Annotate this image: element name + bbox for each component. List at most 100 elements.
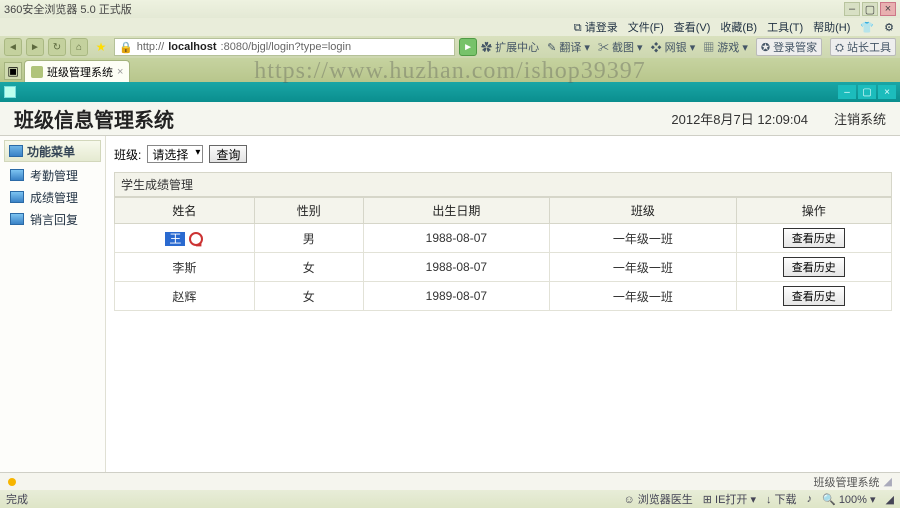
th-name: 姓名 — [115, 198, 255, 224]
inner-window-bar: – ▢ × — [0, 82, 900, 102]
address-bar[interactable]: 🔒 http://localhost:8080/bjgl/login?type=… — [114, 38, 455, 56]
query-label: 班级: — [114, 146, 141, 163]
table-row[interactable]: 王 男 1988-08-07 一年级一班 查看历史 — [115, 224, 892, 253]
tab-close-icon[interactable]: × — [117, 66, 123, 78]
close-button[interactable]: × — [880, 2, 896, 16]
nav-right: ✿ 扩展中心 ✎ 翻译 ▾ ✂ 截图 ▾ ❖ 网银 ▾ ▦ 游戏 ▾ ✪ 登录管… — [481, 38, 896, 56]
th-class: 班级 — [550, 198, 736, 224]
query-row: 班级: 请选择 查询 — [114, 142, 892, 166]
cell-birth: 1988-08-07 — [363, 253, 549, 282]
table-row[interactable]: 赵辉 女 1989-08-07 一年级一班 查看历史 — [115, 282, 892, 311]
status-ie-open[interactable]: ⊞ IE打开 ▾ — [703, 491, 756, 507]
inner-doc-icon — [4, 86, 16, 98]
status-resize-icon[interactable]: ◢ — [886, 493, 894, 506]
logout-link[interactable]: 注销系统 — [834, 109, 886, 128]
class-select[interactable]: 请选择 — [147, 145, 203, 163]
score-table: 姓名 性别 出生日期 班级 操作 王 男 1988-08-07 一年级一班 查看… — [114, 197, 892, 311]
grid-caption: 学生成绩管理 — [114, 172, 892, 197]
sidebar-item-score[interactable]: 成绩管理 — [0, 186, 105, 208]
nav-translate[interactable]: ✎ 翻译 ▾ — [547, 39, 590, 55]
module-icon — [10, 169, 24, 181]
status-download[interactable]: ↓ 下载 — [766, 491, 797, 507]
nav-login-mgr[interactable]: ✪ 登录管家 — [756, 38, 822, 56]
module-icon — [10, 213, 24, 225]
status-zoom[interactable]: 🔍 100% ▾ — [822, 493, 875, 506]
status-doctor[interactable]: ☺ 浏览器医生 — [623, 491, 692, 507]
reload-button[interactable]: ↻ — [48, 38, 66, 56]
menu-cog-icon[interactable]: ⚙ — [884, 21, 894, 34]
table-row[interactable]: 李斯 女 1988-08-07 一年级一班 查看历史 — [115, 253, 892, 282]
sidebar-item-attendance[interactable]: 考勤管理 — [0, 164, 105, 186]
app-title: 班级信息管理系统 — [14, 104, 174, 133]
tab-label: 班级管理系统 — [47, 64, 113, 80]
app-datetime: 2012年8月7日 12:09:04 — [671, 109, 808, 128]
cell-class: 一年级一班 — [550, 282, 736, 311]
tab-active[interactable]: 班级管理系统 × — [24, 60, 130, 82]
cursor-icon — [189, 232, 203, 246]
content-pane: 班级: 请选择 查询 学生成绩管理 姓名 性别 出生日期 班级 操作 王 男 — [106, 136, 900, 472]
nav-snapshot[interactable]: ✂ 截图 ▾ — [598, 39, 643, 55]
cell-birth: 1989-08-07 — [363, 282, 549, 311]
menu-skin-icon[interactable]: 👕 — [860, 21, 874, 34]
side-title-label: 功能菜单 — [27, 143, 75, 160]
home-button[interactable]: ⌂ — [70, 38, 88, 56]
resize-grip-icon[interactable]: ◢ — [884, 475, 892, 488]
view-history-button[interactable]: 查看历史 — [783, 228, 845, 248]
tab-bar: ▣ 班级管理系统 × — [0, 58, 900, 82]
menu-file[interactable]: 文件(F) — [628, 19, 664, 35]
status-done: 完成 — [6, 491, 28, 507]
sidebar-item-reply[interactable]: 销言回复 — [0, 208, 105, 230]
nav-game[interactable]: ▦ 游戏 ▾ — [703, 39, 748, 55]
inner-close[interactable]: × — [878, 85, 896, 99]
app-footer: 班级管理系统 ◢ — [0, 472, 900, 490]
menu-login[interactable]: ⧉ 请登录 — [574, 19, 618, 35]
nav-netbank[interactable]: ❖ 网银 ▾ — [651, 39, 696, 55]
inner-maximize[interactable]: ▢ — [858, 85, 876, 99]
app-footer-text: 班级管理系统 — [814, 474, 880, 490]
side-panel: 功能菜单 考勤管理 成绩管理 销言回复 — [0, 136, 106, 472]
th-gender: 性别 — [254, 198, 363, 224]
inner-window-controls: – ▢ × — [838, 85, 896, 99]
menu-help[interactable]: 帮助(H) — [813, 19, 850, 35]
favorite-star-icon[interactable]: ★ — [92, 38, 110, 56]
minimize-button[interactable]: – — [844, 2, 860, 16]
menu-bar: ⧉ 请登录 文件(F) 查看(V) 收藏(B) 工具(T) 帮助(H) 👕 ⚙ — [0, 18, 900, 36]
cell-birth: 1988-08-07 — [363, 224, 549, 253]
view-history-button[interactable]: 查看历史 — [783, 257, 845, 277]
side-title: 功能菜单 — [4, 140, 101, 162]
status-sound[interactable]: ♪ — [807, 493, 813, 505]
maximize-button[interactable]: ▢ — [862, 2, 878, 16]
nav-extensions[interactable]: ✿ 扩展中心 — [481, 39, 539, 55]
sidebar-item-label: 考勤管理 — [30, 167, 78, 184]
inner-minimize[interactable]: – — [838, 85, 856, 99]
back-button[interactable]: ◄ — [4, 38, 22, 56]
th-ops: 操作 — [736, 198, 891, 224]
cell-name: 赵辉 — [115, 282, 255, 311]
cell-gender: 男 — [254, 224, 363, 253]
go-button[interactable]: ► — [459, 38, 477, 56]
menu-tools[interactable]: 工具(T) — [767, 19, 803, 35]
lock-icon: 🔒 — [119, 41, 133, 54]
url-prefix: http:// — [137, 41, 165, 53]
query-button[interactable]: 查询 — [209, 145, 247, 163]
app-header: 班级信息管理系统 2012年8月7日 12:09:04 注销系统 — [0, 102, 900, 136]
view-history-button[interactable]: 查看历史 — [783, 286, 845, 306]
tab-favicon — [31, 66, 43, 78]
sidebar-item-label: 成绩管理 — [30, 189, 78, 206]
forward-button[interactable]: ► — [26, 38, 44, 56]
cell-name: 李斯 — [115, 253, 255, 282]
browser-status-bar: 完成 ☺ 浏览器医生 ⊞ IE打开 ▾ ↓ 下载 ♪ 🔍 100% ▾ ◢ — [0, 490, 900, 508]
th-birth: 出生日期 — [363, 198, 549, 224]
main-area: 功能菜单 考勤管理 成绩管理 销言回复 班级: 请选择 查询 学生成绩管理 姓名 — [0, 136, 900, 472]
new-tab-button[interactable]: ▣ — [4, 62, 22, 80]
menu-view[interactable]: 查看(V) — [674, 19, 711, 35]
folder-icon — [9, 145, 23, 157]
cell-name: 王 — [115, 224, 255, 253]
table-header-row: 姓名 性别 出生日期 班级 操作 — [115, 198, 892, 224]
menu-favorites[interactable]: 收藏(B) — [720, 19, 757, 35]
url-host: localhost — [168, 41, 216, 53]
nav-site-tool[interactable]: ⛭ 站长工具 — [830, 38, 896, 56]
cell-gender: 女 — [254, 282, 363, 311]
window-controls: – ▢ × — [844, 2, 896, 16]
window-title: 360安全浏览器 5.0 正式版 — [4, 1, 132, 17]
